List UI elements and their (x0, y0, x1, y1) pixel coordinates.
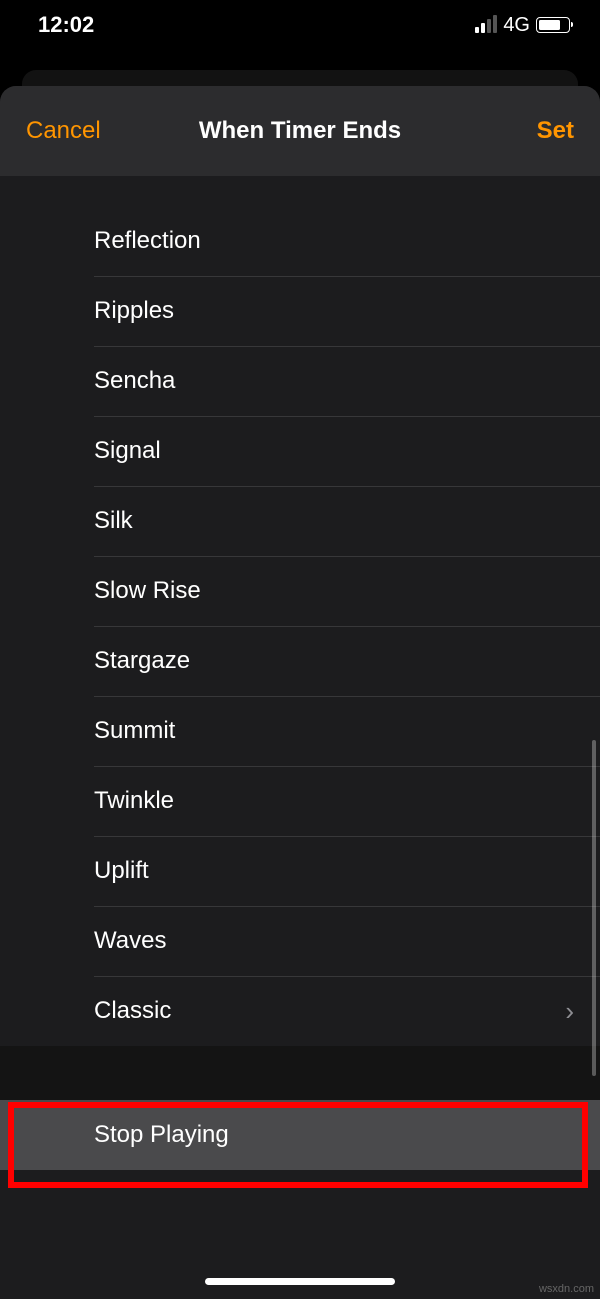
chevron-right-icon: › (565, 996, 574, 1027)
sound-label: Uplift (94, 857, 149, 885)
nav-bar: Cancel When Timer Ends Set (0, 86, 600, 176)
sound-label: Slow Rise (94, 577, 201, 605)
sound-label: Sencha (94, 367, 175, 395)
status-right: 4G (475, 14, 570, 37)
set-button[interactable]: Set (537, 117, 574, 145)
watermark: wsxdn.com (539, 1283, 594, 1295)
scrollbar[interactable] (592, 740, 596, 1076)
network-label: 4G (503, 14, 530, 37)
sound-label: Stargaze (94, 647, 190, 675)
sound-row-uplift[interactable]: Uplift (0, 836, 600, 906)
sound-label: Classic (94, 997, 171, 1025)
status-time: 12:02 (38, 12, 94, 38)
sound-label: Reflection (94, 227, 201, 255)
sound-row-stargaze[interactable]: Stargaze (0, 626, 600, 696)
sound-row-twinkle[interactable]: Twinkle (0, 766, 600, 836)
sound-row-radiate[interactable]: Radiate (0, 176, 600, 206)
sound-label: Signal (94, 437, 161, 465)
sound-row-reflection[interactable]: Reflection (0, 206, 600, 276)
sound-row-signal[interactable]: Signal (0, 416, 600, 486)
sound-label: Silk (94, 507, 133, 535)
sound-list[interactable]: Radiate Reflection Ripples Sencha Signal… (0, 176, 600, 1299)
sound-row-ripples[interactable]: Ripples (0, 276, 600, 346)
modal-sheet: Cancel When Timer Ends Set Radiate Refle… (0, 86, 600, 1299)
sound-row-sencha[interactable]: Sencha (0, 346, 600, 416)
sound-label: Waves (94, 927, 166, 955)
status-bar: 12:02 4G (0, 0, 600, 50)
battery-icon (536, 17, 570, 33)
stop-playing-label: Stop Playing (94, 1121, 229, 1149)
home-indicator[interactable] (205, 1278, 395, 1285)
sound-row-classic[interactable]: Classic › (0, 976, 600, 1046)
sound-row-slow-rise[interactable]: Slow Rise (0, 556, 600, 626)
section-separator (0, 1046, 600, 1100)
sound-label: Summit (94, 717, 175, 745)
cellular-signal-icon (475, 17, 497, 33)
cancel-button[interactable]: Cancel (26, 117, 101, 145)
sound-label: Ripples (94, 297, 174, 325)
sound-row-summit[interactable]: Summit (0, 696, 600, 766)
sound-row-silk[interactable]: Silk (0, 486, 600, 556)
sound-row-waves[interactable]: Waves (0, 906, 600, 976)
stop-playing-row[interactable]: Stop Playing (0, 1100, 600, 1170)
sound-label: Twinkle (94, 787, 174, 815)
